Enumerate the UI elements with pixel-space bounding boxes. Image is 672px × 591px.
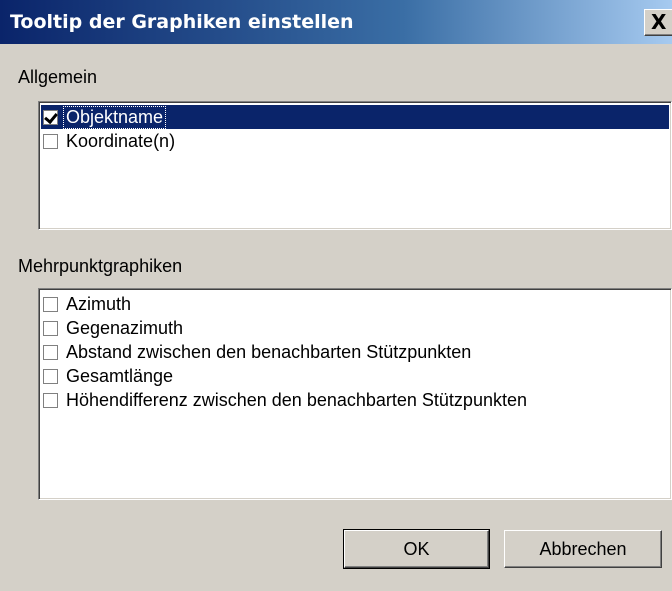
option-abstand[interactable]: Abstand zwischen den benachbarten Stützp… — [41, 340, 669, 364]
option-label: Objektname — [62, 105, 167, 129]
cancel-button-label: Abbrechen — [539, 538, 627, 559]
option-label: Azimuth — [66, 293, 132, 314]
option-koordinaten[interactable]: Koordinate(n) — [41, 129, 669, 153]
option-hoehendifferenz[interactable]: Höhendifferenz zwischen den benachbarten… — [41, 388, 669, 412]
koordinaten-checkbox[interactable] — [43, 133, 58, 149]
option-gesamtlaenge[interactable]: Gesamtlänge — [41, 364, 669, 388]
option-objektname[interactable]: Objektname — [41, 105, 669, 129]
objektname-checkbox[interactable] — [43, 109, 58, 125]
option-label: Abstand zwischen den benachbarten Stützp… — [66, 341, 472, 362]
gegenazimuth-checkbox[interactable] — [43, 320, 58, 336]
cancel-button[interactable]: Abbrechen — [504, 530, 662, 568]
general-options-list[interactable]: Objektname Koordinate(n) — [38, 101, 672, 230]
multipoint-options-list[interactable]: Azimuth Gegenazimuth Abstand zwischen de… — [38, 288, 672, 500]
option-label: Koordinate(n) — [66, 130, 176, 151]
close-icon: X — [651, 10, 667, 34]
ok-button-label: OK — [403, 538, 430, 559]
general-group-label: Allgemein — [18, 67, 98, 87]
hoehendifferenz-checkbox[interactable] — [43, 392, 58, 408]
abstand-checkbox[interactable] — [43, 344, 58, 360]
option-gegenazimuth[interactable]: Gegenazimuth — [41, 316, 669, 340]
option-label: Gegenazimuth — [66, 317, 184, 338]
gesamtlaenge-checkbox[interactable] — [43, 368, 58, 384]
close-button[interactable]: X — [644, 9, 672, 36]
option-label: Höhendifferenz zwischen den benachbarten… — [66, 389, 527, 410]
tooltip-settings-dialog: Tooltip der Graphiken einstellen X Allge… — [0, 0, 672, 591]
option-label: Gesamtlänge — [66, 365, 174, 386]
ok-button[interactable]: OK — [343, 529, 490, 569]
option-azimuth[interactable]: Azimuth — [41, 292, 669, 316]
azimuth-checkbox[interactable] — [43, 296, 58, 312]
title-bar[interactable]: Tooltip der Graphiken einstellen X — [0, 0, 672, 44]
dialog-title: Tooltip der Graphiken einstellen — [10, 11, 354, 33]
multipoint-group-label: Mehrpunktgraphiken — [18, 256, 183, 276]
